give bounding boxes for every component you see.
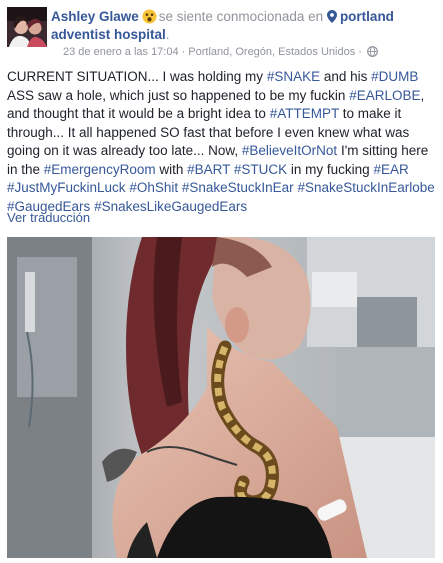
shocked-face-emoji-icon xyxy=(142,9,157,24)
post-header: Ashley Glawe se siente conmocionada en po… xyxy=(51,8,436,44)
post-text-segment: with xyxy=(155,161,188,177)
post-location[interactable]: Portland, Oregón, Estados Unidos xyxy=(188,46,355,58)
hashtag-link[interactable]: #SnakeStuckInEarlobe xyxy=(297,180,434,195)
post-text-segment: CURRENT SITUATION... I was holding my xyxy=(7,69,267,84)
post-text-segment: and his xyxy=(320,69,372,84)
post-text-segment: in my fucking xyxy=(287,161,374,177)
hashtag-link[interactable]: #DUMB xyxy=(371,69,418,84)
hashtag-link[interactable]: #SnakeStuckInEar xyxy=(182,180,294,195)
post-body: CURRENT SITUATION... I was holding my #S… xyxy=(7,68,435,216)
hashtag-link[interactable]: #EARLOBE xyxy=(349,88,420,103)
hashtag-link[interactable]: #SnakesLikeGaugedEars xyxy=(94,199,247,214)
hashtag-link[interactable]: #BART xyxy=(187,162,230,177)
facebook-post: Ashley Glawe se siente conmocionada en po… xyxy=(0,0,443,563)
hashtag-link[interactable]: #EAR xyxy=(373,162,408,177)
post-photo[interactable] xyxy=(7,237,435,558)
post-text-segment: ASS saw a hole, which just so happened t… xyxy=(7,87,350,103)
place-suffix: . xyxy=(165,27,170,42)
meta-separator: · xyxy=(358,46,362,58)
author-name[interactable]: Ashley Glawe xyxy=(51,9,139,24)
location-pin-icon xyxy=(326,10,337,23)
hashtag-link[interactable]: #BelieveItOrNot xyxy=(242,143,337,158)
hashtag-link[interactable]: #ATTEMPT xyxy=(270,106,339,121)
post-meta: 23 de enero a las 17:04 · Portland, Oregón… xyxy=(63,45,433,59)
globe-icon[interactable] xyxy=(366,46,378,57)
see-translation-link[interactable]: Ver traducción xyxy=(7,210,90,226)
meta-separator: · xyxy=(181,46,186,58)
hashtag-link[interactable]: #EmergencyRoom xyxy=(44,162,156,177)
hashtag-link[interactable]: #SNAKE xyxy=(267,69,320,84)
profile-avatar[interactable] xyxy=(7,7,47,47)
hashtag-link[interactable]: #OhShit xyxy=(129,180,178,195)
hashtag-link[interactable]: #JustMyFuckinLuck xyxy=(7,180,126,195)
hashtag-link[interactable]: #STUCK xyxy=(234,162,287,177)
feeling-text: se siente conmocionada en xyxy=(158,9,324,24)
post-timestamp[interactable]: 23 de enero a las 17:04 xyxy=(63,46,179,58)
